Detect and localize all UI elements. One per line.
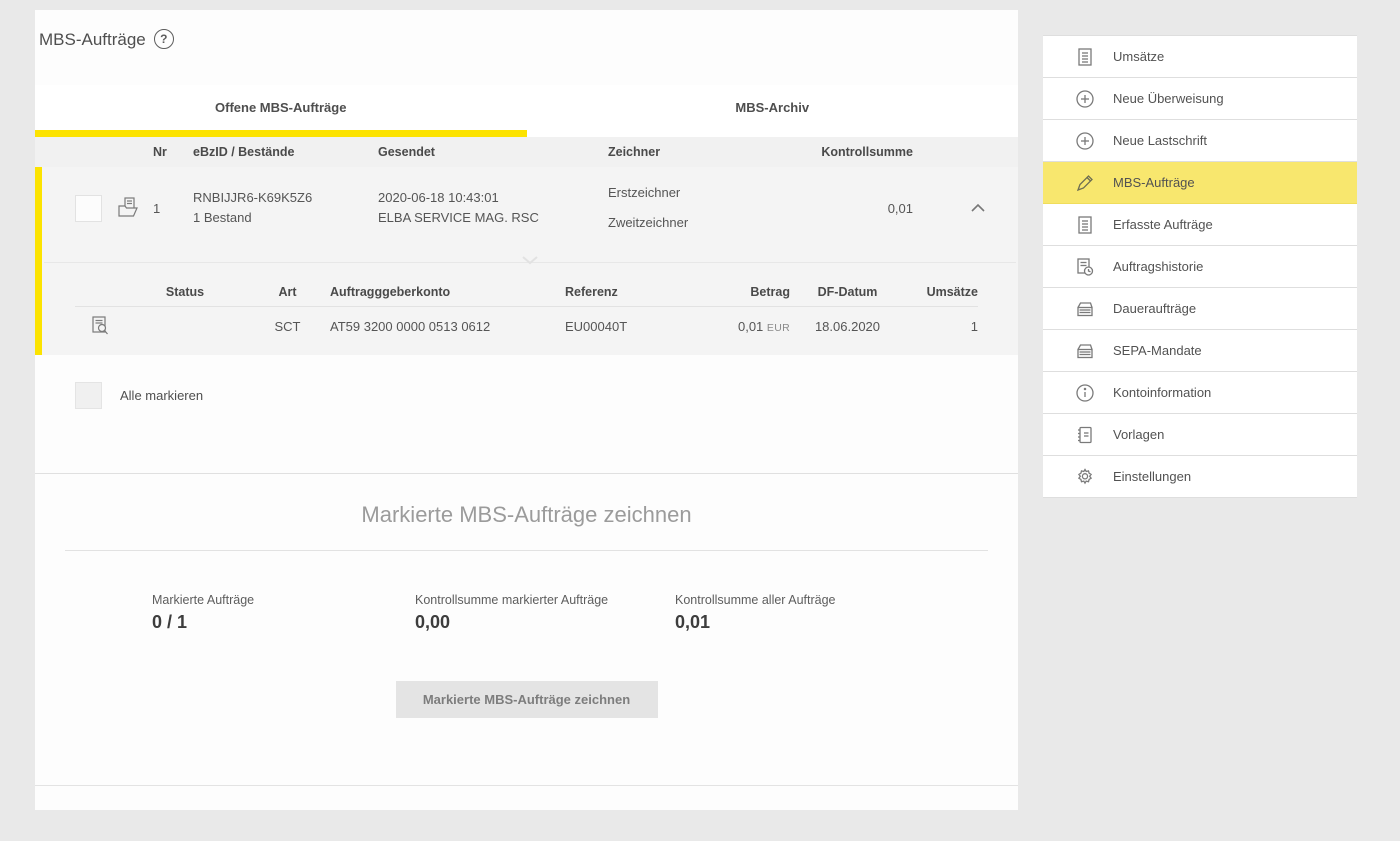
document-list-icon [1073,47,1097,67]
row-zeichner: Erstzeichner Zweitzeichner [608,178,798,238]
stat-checksum-marked: Kontrollsumme markierter Aufträge 0,00 [415,593,675,633]
tab-mbs-archiv[interactable]: MBS-Archiv [527,85,1019,137]
document-clock-icon [1073,257,1097,277]
column-header-auftraggeberkonto: Auftragggeberkonto [330,285,565,299]
sign-marked-orders-button[interactable]: Markierte MBS-Aufträge zeichnen [396,681,658,718]
column-header-betrag: Betrag [700,285,790,299]
sidebar-item-erfasste-auftraege[interactable]: Erfasste Aufträge [1043,204,1357,246]
sidebar-item-neue-lastschrift[interactable]: Neue Lastschrift [1043,120,1357,162]
detail-table-row: SCT AT59 3200 0000 0513 0612 EU00040T 0,… [75,307,978,345]
orders-table-header: Nr eBzID / Bestände Gesendet Zeichner Ko… [35,137,1018,167]
column-header-ebzid: eBzID / Bestände [193,145,378,159]
detail-table-header: Status Art Auftragggeberkonto Referenz B… [75,277,978,307]
page: MBS-Aufträge ? Offene MBS-Aufträge MBS-A… [0,0,1400,810]
column-header-umsaetze: Umsätze [905,285,978,299]
card-footer [35,785,1018,810]
sidebar-item-mbs-auftraege[interactable]: MBS-Aufträge [1043,162,1357,204]
detail-betrag: 0,01 EUR [700,319,790,334]
sign-section-heading: Markierte MBS-Aufträge zeichnen [35,502,1018,528]
order-block: 1 RNBIJJR6-K69K5Z6 1 Bestand 2020-06-18 … [35,167,1018,355]
column-header-nr: Nr [153,145,193,159]
detail-art: SCT [245,319,330,334]
detail-konto: AT59 3200 0000 0513 0612 [330,319,565,334]
open-folder-document-icon [103,196,153,220]
plus-circle-icon [1073,131,1097,151]
column-header-gesendet: Gesendet [378,145,608,159]
currency-label: EUR [767,322,790,334]
sidebar-item-vorlagen[interactable]: Vorlagen [1043,414,1357,456]
column-header-art: Art [245,285,330,299]
sidebar-item-neue-ueberweisung[interactable]: Neue Überweisung [1043,78,1357,120]
gear-icon [1073,467,1097,487]
select-all-checkbox[interactable] [75,382,102,409]
pencil-icon [1073,173,1097,193]
row-nr: 1 [153,201,193,216]
sign-section: Markierte MBS-Aufträge zeichnen Markiert… [35,474,1018,718]
column-header-zeichner: Zeichner [608,145,798,159]
chevron-down-icon [521,255,539,265]
sidebar-menu: Umsätze Neue Überweisung Neue Lastschrif… [1043,35,1357,810]
row-ebzid: RNBIJJR6-K69K5Z6 1 Bestand [193,188,378,228]
plus-circle-icon [1073,89,1097,109]
order-detail-table: Status Art Auftragggeberkonto Referenz B… [42,277,1018,355]
collapse-row-button[interactable] [938,203,1018,213]
sidebar-item-umsaetze[interactable]: Umsätze [1043,36,1357,78]
document-magnifier-icon[interactable] [75,314,125,338]
row-detail-divider [44,249,1016,277]
select-all-row: Alle markieren [75,381,1018,409]
document-list-icon [1073,215,1097,235]
sign-stats: Markierte Aufträge 0 / 1 Kontrollsumme m… [35,593,1018,633]
sidebar-item-sepa-mandate[interactable]: SEPA-Mandate [1043,330,1357,372]
notebook-icon [1073,425,1097,445]
help-icon[interactable]: ? [154,29,174,49]
archive-icon [1073,341,1097,361]
tab-offene-mbs-auftraege[interactable]: Offene MBS-Aufträge [35,85,527,137]
sidebar-item-dauerauftraege[interactable]: Daueraufträge [1043,288,1357,330]
row-gesendet: 2020-06-18 10:43:01 ELBA SERVICE MAG. RS… [378,188,608,228]
row-kontrollsumme: 0,01 [798,201,938,216]
table-row: 1 RNBIJJR6-K69K5Z6 1 Bestand 2020-06-18 … [42,167,1018,249]
sign-section-rule [65,550,988,551]
sidebar-item-kontoinformation[interactable]: Kontoinformation [1043,372,1357,414]
stat-marked-orders: Markierte Aufträge 0 / 1 [152,593,415,633]
column-header-kontrollsumme: Kontrollsumme [798,145,938,159]
row-checkbox[interactable] [75,195,102,222]
select-all-label: Alle markieren [120,388,203,403]
column-header-referenz: Referenz [565,285,700,299]
detail-umsaetze: 1 [905,319,978,334]
stat-checksum-all: Kontrollsumme aller Aufträge 0,01 [675,593,938,633]
page-header: MBS-Aufträge ? [35,10,1018,85]
detail-referenz: EU00040T [565,319,700,334]
info-circle-icon [1073,383,1097,403]
archive-icon [1073,299,1097,319]
tab-bar: Offene MBS-Aufträge MBS-Archiv [35,85,1018,137]
column-header-df-datum: DF-Datum [790,285,905,299]
sidebar-item-auftragshistorie[interactable]: Auftragshistorie [1043,246,1357,288]
detail-df-datum: 18.06.2020 [790,319,905,334]
column-header-status: Status [125,285,245,299]
page-title: MBS-Aufträge [39,30,146,50]
sidebar-item-einstellungen[interactable]: Einstellungen [1043,456,1357,498]
main-content-panel: MBS-Aufträge ? Offene MBS-Aufträge MBS-A… [35,10,1018,810]
